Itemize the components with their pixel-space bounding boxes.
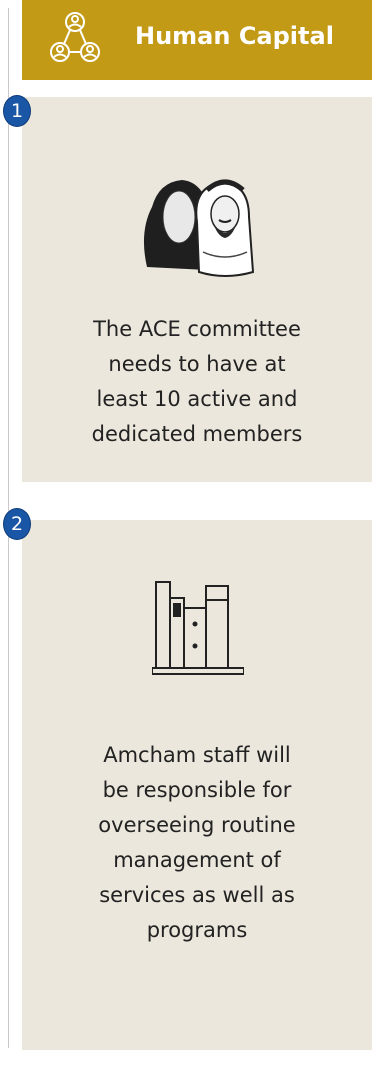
info-card-2: Amcham staff will be responsible for ove… xyxy=(22,520,372,1050)
card-2-text: Amcham staff will be responsible for ove… xyxy=(98,743,296,942)
section-title: Human Capital xyxy=(135,22,334,50)
bookshelf-icon xyxy=(152,581,244,675)
step-badge-1: 1 xyxy=(3,95,31,127)
people-network-icon xyxy=(50,12,100,62)
info-card-1: The ACE committee needs to have at least… xyxy=(22,97,372,482)
card-1-text: The ACE committee needs to have at least… xyxy=(91,317,303,446)
step-badge-2: 2 xyxy=(3,508,31,540)
section-header: Human Capital xyxy=(22,0,372,80)
saudi-couple-icon xyxy=(143,179,255,277)
